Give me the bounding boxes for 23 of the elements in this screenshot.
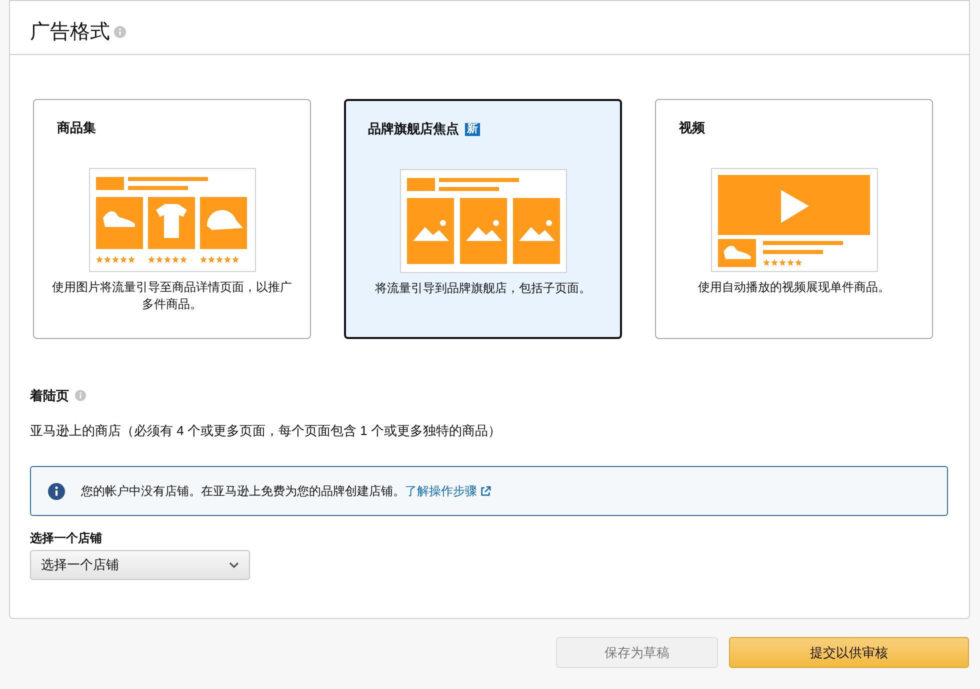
format-card[interactable]: 品牌旗舰店焦点 新 将流量引导到品牌旗舰店，包括子页面。 [344, 99, 622, 339]
section-title: 广告格式 [30, 22, 110, 42]
store-select-label: 选择一个店铺 [30, 530, 103, 547]
format-title: 视频 [679, 119, 705, 138]
external-link-icon [480, 486, 491, 496]
new-badge: 新 [465, 122, 480, 136]
info-icon [75, 390, 86, 402]
format-title: 商品集 [57, 119, 96, 138]
landing-page-value: 亚马逊上的商店（必须有 4 个或更多页面，每个页面包含 1 个或更多独特的商品） [30, 422, 502, 440]
chevron-down-icon [229, 562, 239, 568]
format-description: 使用自动播放的视频展现单件商品。 [698, 279, 890, 296]
store-select[interactable]: 选择一个店铺 [30, 550, 250, 580]
submit-button[interactable]: 提交以供审核 [729, 637, 969, 668]
format-card[interactable]: 视频 使用自动播放的视频展现单件商品。 [655, 99, 933, 339]
landing-page-label: 着陆页 [30, 387, 69, 405]
notice-text: 您的帐户中没有店铺。在亚马逊上免费为您的品牌创建店铺。 [81, 483, 405, 500]
format-description: 将流量引导到品牌旗舰店，包括子页面。 [375, 280, 591, 297]
format-title: 品牌旗舰店焦点 [368, 120, 459, 138]
format-description: 使用图片将流量引导至商品详情页面，以推广多件商品。 [51, 279, 293, 313]
learn-more-link[interactable]: 了解操作步骤 [405, 482, 491, 500]
info-icon [114, 26, 126, 38]
info-icon [48, 482, 65, 500]
format-card[interactable]: 商品集 使用图片将流量引导至商品详情页面，以推广多件商品。 [33, 99, 311, 339]
